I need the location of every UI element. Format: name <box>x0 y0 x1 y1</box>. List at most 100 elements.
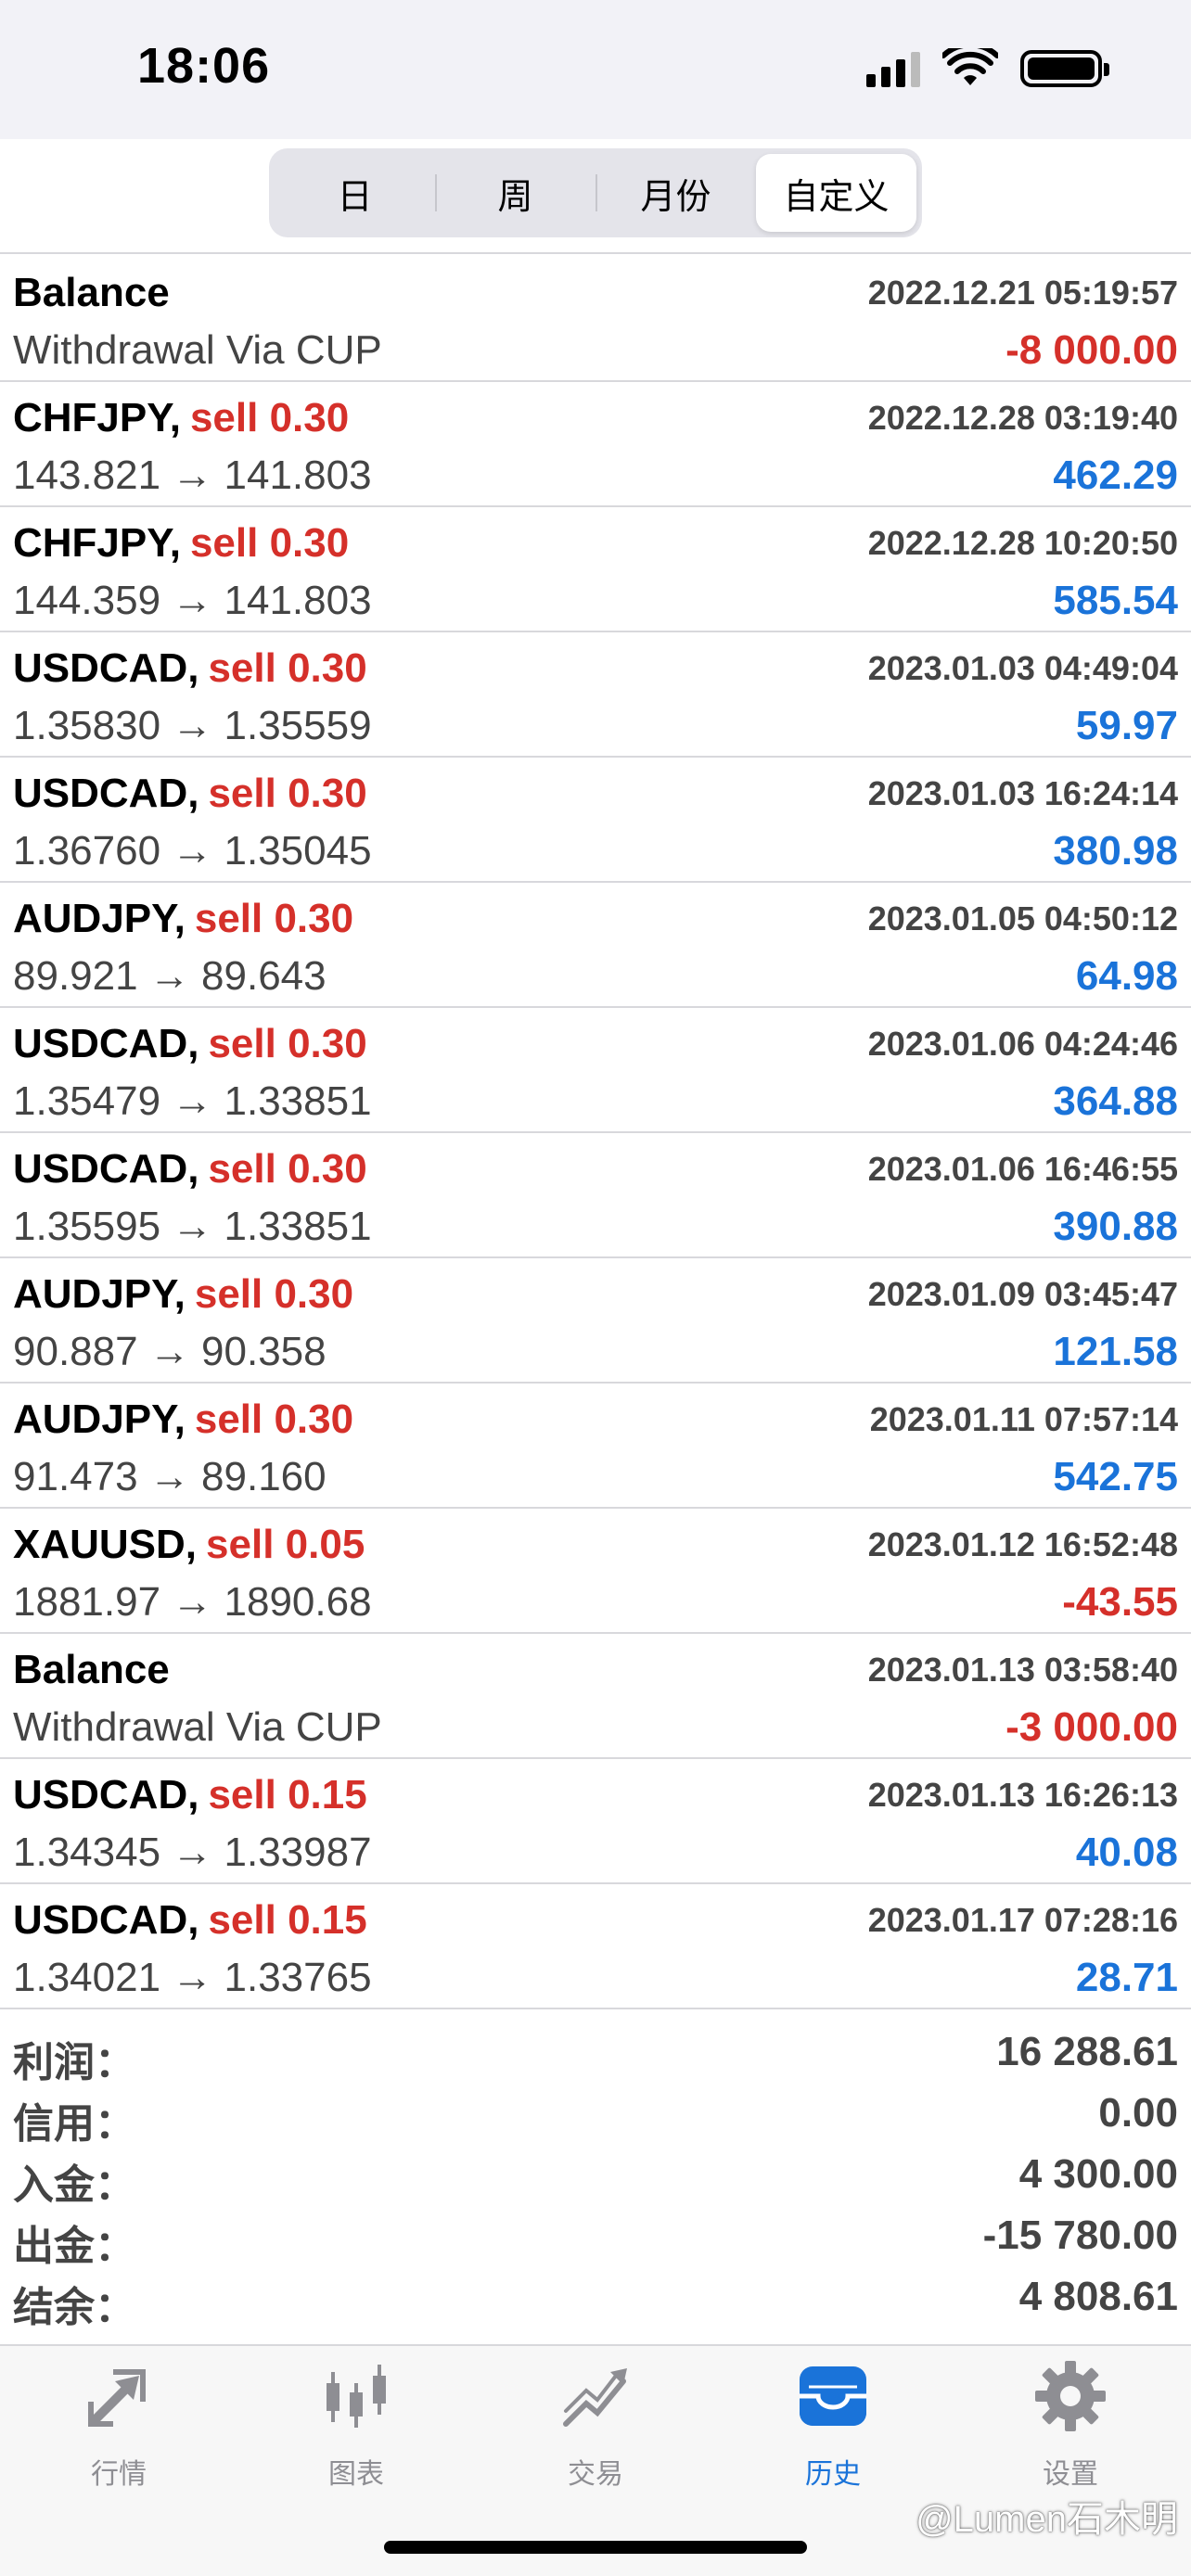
trade-trend-icon <box>563 2368 627 2427</box>
tab-custom[interactable]: 自定义 <box>756 154 916 232</box>
status-icons <box>866 48 1109 89</box>
home-indicator[interactable] <box>384 2541 807 2554</box>
row-amount: 585.54 <box>1053 578 1178 623</box>
summary-row: 入金： 4 300.00 <box>0 2144 1191 2208</box>
row-amount: 364.88 <box>1053 1078 1178 1124</box>
row-title: XAUUSD, sell 0.05 <box>13 1522 365 1568</box>
row-datetime: 2022.12.28 10:20:50 <box>867 524 1178 562</box>
row-title: CHFJPY, sell 0.30 <box>13 395 349 441</box>
history-row[interactable]: CHFJPY, sell 0.30 2022.12.28 03:19:40 143.8… <box>0 382 1191 507</box>
row-side: sell 0.30 <box>208 1021 367 1066</box>
history-row[interactable]: CHFJPY, sell 0.30 2022.12.28 10:20:50 144.3… <box>0 507 1191 632</box>
tab-month[interactable]: 月份 <box>596 154 756 232</box>
row-detail: 143.821 → 141.803 <box>13 453 372 498</box>
history-row[interactable]: AUDJPY, sell 0.30 2023.01.11 07:57:14 91.47… <box>0 1384 1191 1509</box>
row-amount: -43.55 <box>1062 1579 1178 1625</box>
row-datetime: 2022.12.28 03:19:40 <box>867 399 1178 437</box>
cellular-signal-icon <box>866 50 920 87</box>
row-title: USDCAD, sell 0.30 <box>13 1146 367 1192</box>
summary-row: 结余： 4 808.61 <box>0 2266 1191 2330</box>
summary-label: 利润： <box>13 2040 135 2085</box>
summary-row: 信用： 0.00 <box>0 2083 1191 2147</box>
row-side: sell 0.15 <box>208 1772 367 1817</box>
summary-row: 利润： 16 288.61 <box>0 2021 1191 2085</box>
row-datetime: 2023.01.13 16:26:13 <box>867 1776 1178 1814</box>
gear-icon <box>1035 2361 1106 2431</box>
row-title: USDCAD, sell 0.30 <box>13 771 367 817</box>
history-row[interactable]: USDCAD, sell 0.15 2023.01.13 16:26:13 1.343… <box>0 1759 1191 1884</box>
row-datetime: 2023.01.17 07:28:16 <box>867 1901 1178 1939</box>
period-segmented-control: 日 周 月份 自定义 <box>269 148 922 237</box>
row-title: AUDJPY, sell 0.30 <box>13 1396 353 1443</box>
history-row[interactable]: Balance 2023.01.13 03:58:40 Withdrawal Via… <box>0 1634 1191 1759</box>
history-row[interactable]: AUDJPY, sell 0.30 2023.01.05 04:50:12 89.92… <box>0 883 1191 1008</box>
row-detail: 90.887 → 90.358 <box>13 1329 327 1374</box>
tab-history-label: 历史 <box>805 2459 861 2490</box>
summary-label: 信用： <box>13 2101 135 2147</box>
history-row[interactable]: USDCAD, sell 0.30 2023.01.03 04:49:04 1.358… <box>0 632 1191 758</box>
history-row[interactable]: XAUUSD, sell 0.05 2023.01.12 16:52:48 1881.… <box>0 1509 1191 1634</box>
account-summary: 利润： 16 288.61 信用： 0.00 入金： 4 300.00 出金： -15 780… <box>0 2021 1191 2330</box>
row-symbol: CHFJPY, <box>13 520 181 566</box>
history-row[interactable]: USDCAD, sell 0.15 2023.01.17 07:28:16 1.340… <box>0 1884 1191 2009</box>
status-time: 18:06 <box>137 38 271 94</box>
row-side: sell 0.30 <box>194 896 354 941</box>
row-amount: 462.29 <box>1053 453 1178 498</box>
row-side: sell 0.30 <box>208 1146 367 1192</box>
row-detail: 1.35595 → 1.33851 <box>13 1204 372 1249</box>
row-symbol: Balance <box>13 1647 170 1692</box>
row-title: USDCAD, sell 0.30 <box>13 645 367 692</box>
tab-settings-label: 设置 <box>1043 2459 1098 2490</box>
row-symbol: USDCAD, <box>13 1897 199 1943</box>
row-title: USDCAD, sell 0.30 <box>13 1021 367 1067</box>
tab-settings[interactable]: 设置 <box>996 2359 1145 2492</box>
tab-charts[interactable]: 图表 <box>282 2359 430 2492</box>
history-row[interactable]: AUDJPY, sell 0.30 2023.01.09 03:45:47 90.88… <box>0 1258 1191 1384</box>
row-amount: 121.58 <box>1053 1329 1178 1374</box>
tab-quotes[interactable]: 行情 <box>45 2359 193 2492</box>
row-detail: 91.473 → 89.160 <box>13 1454 327 1499</box>
row-side: sell 0.30 <box>189 395 350 440</box>
candlestick-icon <box>327 2365 386 2428</box>
status-bar: 18:06 <box>0 0 1191 139</box>
row-title: USDCAD, sell 0.15 <box>13 1897 367 1944</box>
summary-row: 出金： -15 780.00 <box>0 2205 1191 2269</box>
row-title: AUDJPY, sell 0.30 <box>13 896 353 942</box>
history-row[interactable]: USDCAD, sell 0.30 2023.01.03 16:24:14 1.367… <box>0 758 1191 883</box>
tab-day[interactable]: 日 <box>275 154 435 232</box>
tab-history[interactable]: 历史 <box>759 2359 907 2492</box>
history-row[interactable]: Balance 2022.12.21 05:19:57 Withdrawal Via… <box>0 257 1191 382</box>
row-amount: 542.75 <box>1053 1454 1178 1499</box>
history-row[interactable]: USDCAD, sell 0.30 2023.01.06 04:24:46 1.354… <box>0 1008 1191 1133</box>
row-datetime: 2023.01.12 16:52:48 <box>867 1525 1178 1563</box>
row-detail: 1.35830 → 1.35559 <box>13 703 372 748</box>
row-symbol: USDCAD, <box>13 771 199 816</box>
summary-value: 4 300.00 <box>1018 2151 1178 2197</box>
row-detail: 1881.97 → 1890.68 <box>13 1579 372 1625</box>
row-side: sell 0.15 <box>208 1897 367 1943</box>
row-amount: -3 000.00 <box>1005 1704 1178 1750</box>
tab-trade[interactable]: 交易 <box>521 2359 670 2492</box>
row-symbol: XAUUSD, <box>13 1522 198 1567</box>
row-amount: 59.97 <box>1075 703 1178 748</box>
row-detail: Withdrawal Via CUP <box>13 327 382 373</box>
summary-value: 16 288.61 <box>996 2029 1178 2074</box>
row-datetime: 2023.01.03 04:49:04 <box>867 649 1178 687</box>
quotes-arrows-icon <box>88 2369 146 2427</box>
tab-week[interactable]: 周 <box>435 154 596 232</box>
row-detail: Withdrawal Via CUP <box>13 1704 382 1750</box>
row-datetime: 2023.01.06 04:24:46 <box>867 1025 1178 1063</box>
row-symbol: Balance <box>13 270 170 315</box>
row-datetime: 2023.01.05 04:50:12 <box>867 899 1178 937</box>
row-amount: 40.08 <box>1075 1830 1178 1875</box>
wifi-icon <box>942 48 998 85</box>
row-symbol: AUDJPY, <box>13 896 186 941</box>
row-amount: 28.71 <box>1075 1955 1178 2000</box>
summary-value: 4 808.61 <box>1018 2274 1178 2319</box>
row-side: sell 0.30 <box>208 771 367 816</box>
row-title: Balance <box>13 270 179 316</box>
row-symbol: USDCAD, <box>13 1021 199 1066</box>
row-datetime: 2022.12.21 05:19:57 <box>867 274 1178 312</box>
history-row[interactable]: USDCAD, sell 0.30 2023.01.06 16:46:55 1.355… <box>0 1133 1191 1258</box>
row-detail: 89.921 → 89.643 <box>13 953 327 999</box>
